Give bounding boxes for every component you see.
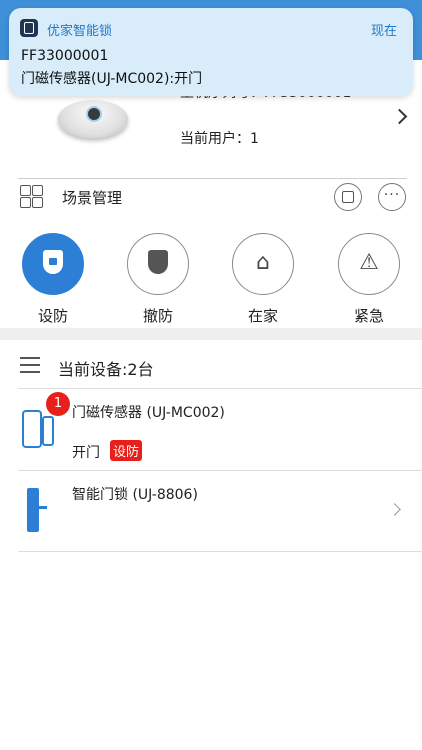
push-notification[interactable]: 优家智能锁 现在 FF33000001 门磁传感器(UJ-MC002):开门: [9, 8, 413, 96]
list-icon: [20, 357, 40, 373]
more-options-button[interactable]: ···: [378, 183, 406, 211]
mode-arm-button[interactable]: 设防: [21, 233, 85, 326]
mode-home-button[interactable]: ⌂ 在家: [231, 233, 295, 326]
device-name: 门磁传感器 (UJ-MC002): [72, 405, 225, 421]
notification-body: 门磁传感器(UJ-MC002):开门: [21, 71, 203, 87]
door-sensor-icon: [22, 410, 54, 448]
smart-lock-icon: [27, 488, 47, 534]
notification-app-name: 优家智能锁: [47, 24, 113, 39]
chevron-right-icon[interactable]: [388, 503, 401, 516]
mode-arm-ring: [22, 233, 84, 295]
notification-title: FF33000001: [21, 48, 109, 64]
alarm-light-icon: ⚠: [359, 250, 379, 275]
shield-lock-icon: [43, 250, 63, 274]
mode-emergency-button[interactable]: ⚠ 紧急: [337, 233, 401, 326]
scene-management-title: 场景管理: [62, 189, 123, 207]
app-logo-icon: [20, 19, 38, 37]
gateway-device-image: [58, 100, 128, 138]
mode-disarm-ring: [127, 233, 189, 295]
mode-arm-label: 设防: [37, 307, 68, 325]
home-icon: ⌂: [256, 250, 270, 275]
scene-grid-icon: [20, 185, 44, 209]
alert-count-badge: 1: [46, 392, 70, 416]
device-state: 开门: [72, 445, 100, 461]
mode-disarm-button[interactable]: 撤防: [126, 233, 190, 326]
chevron-right-icon[interactable]: [391, 108, 408, 125]
edit-icon: [342, 191, 354, 203]
mode-emergency-label: 紧急: [353, 307, 384, 325]
armed-status-tag: 设防: [110, 440, 143, 461]
divider: [18, 388, 422, 389]
section-divider-band: [0, 328, 422, 340]
notification-time: 现在: [370, 24, 397, 39]
device-count-title: 当前设备:2台: [58, 360, 154, 379]
shield-unlock-icon: [148, 250, 168, 274]
edit-scene-button[interactable]: [334, 183, 362, 211]
divider: [18, 551, 422, 552]
device-name: 智能门锁 (UJ-8806): [72, 487, 198, 503]
divider: [18, 178, 407, 179]
mode-home-label: 在家: [247, 307, 278, 325]
mode-disarm-label: 撤防: [142, 307, 173, 325]
mode-emergency-ring: ⚠: [338, 233, 400, 295]
gateway-users: 当前用户：1: [180, 131, 259, 147]
mode-home-ring: ⌂: [232, 233, 294, 295]
divider: [18, 470, 422, 471]
